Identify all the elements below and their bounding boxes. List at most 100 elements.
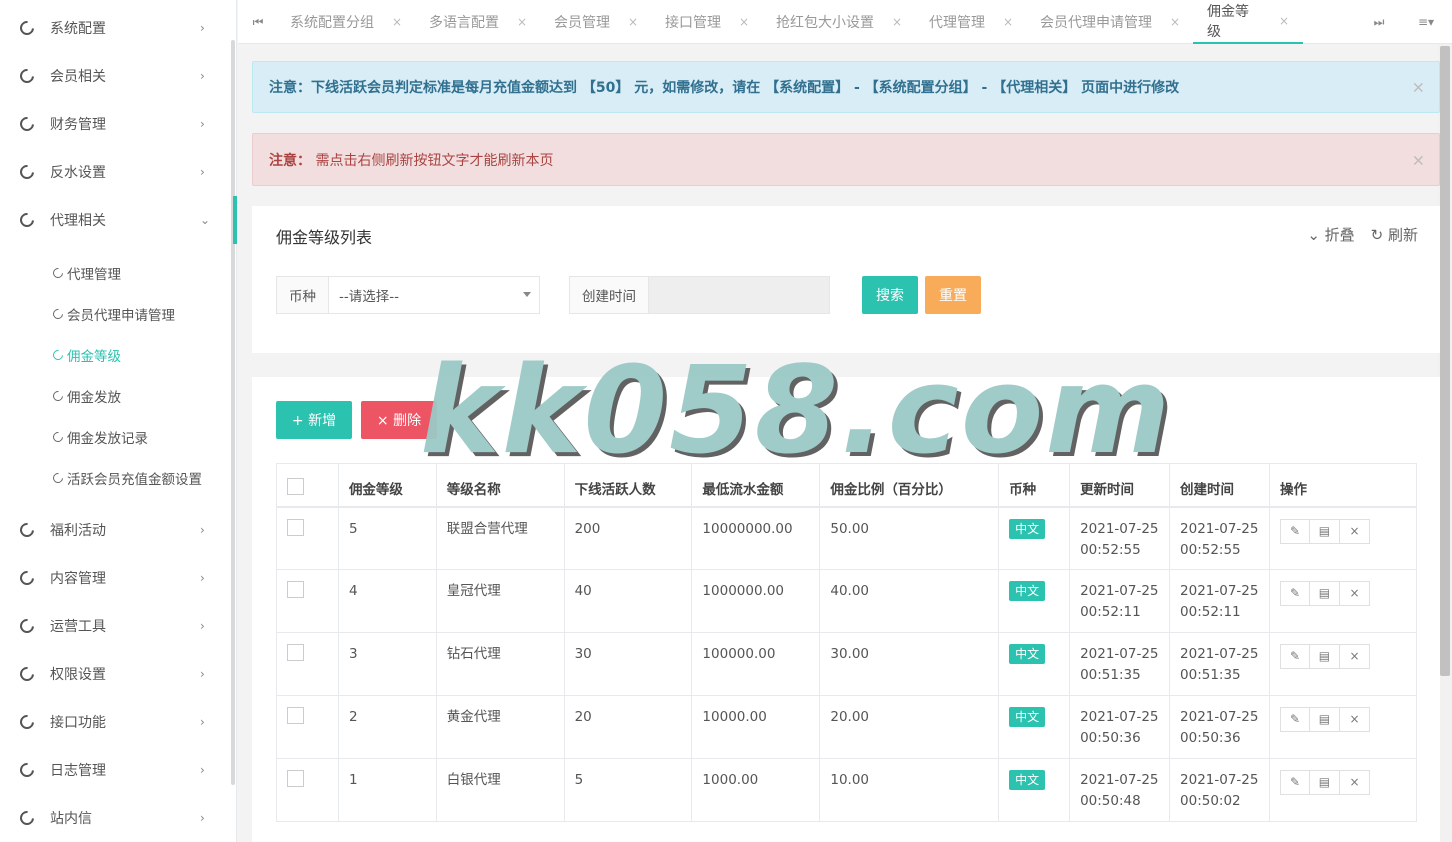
sidebar-item-label: 权限设置 xyxy=(50,667,106,683)
search-button[interactable]: 搜索 xyxy=(862,276,918,314)
close-icon[interactable]: × xyxy=(892,15,902,29)
chevron-down-icon: ⌄ xyxy=(200,213,211,227)
cell-name: 联盟合营代理 xyxy=(435,506,565,570)
refresh-button[interactable]: ↻ 刷新 xyxy=(1371,224,1418,245)
sidebar-item-agent[interactable]: 代理相关 ⌄ xyxy=(0,196,225,244)
delete-icon[interactable]: × xyxy=(1339,707,1370,732)
close-icon[interactable]: × xyxy=(1003,15,1013,29)
tab-menu-button[interactable]: ≡▾ xyxy=(1406,0,1446,44)
alert-prefix: 注意： xyxy=(269,80,311,96)
edit-icon[interactable]: ✎ xyxy=(1279,770,1310,795)
edit-icon[interactable]: ✎ xyxy=(1279,518,1310,544)
collapse-button[interactable]: ⌄ 折叠 xyxy=(1307,224,1354,245)
sidebar-item-label: 反水设置 xyxy=(50,165,106,181)
row-checkbox[interactable] xyxy=(287,707,304,724)
select-all-checkbox[interactable] xyxy=(287,478,304,495)
cell-ratio: 50.00 xyxy=(819,506,1000,570)
delete-icon[interactable]: × xyxy=(1339,581,1370,606)
tab-label: 会员管理 xyxy=(554,15,610,31)
sidebar-item-message[interactable]: 站内信 › xyxy=(0,794,225,842)
row-checkbox[interactable] xyxy=(287,581,304,598)
detail-icon[interactable]: ▤ xyxy=(1309,770,1340,795)
detail-icon[interactable]: ▤ xyxy=(1309,518,1340,544)
updated-time: 00:52:55 xyxy=(1080,541,1141,558)
sidebar-subitem-commission-pay[interactable]: 佣金发放 xyxy=(0,375,225,416)
tab-system-config-group[interactable]: 系统配置分组 × xyxy=(290,0,402,44)
tab-bar: ⏮ 系统配置分组 × 多语言配置 × 会员管理 × 接口管理 × 抢红包大小设置 × 代理… xyxy=(238,0,1452,44)
sidebar-item-content[interactable]: 内容管理 › xyxy=(0,554,225,602)
created-time: 00:50:36 xyxy=(1180,730,1241,746)
close-icon[interactable]: × xyxy=(628,15,638,29)
row-checkbox[interactable] xyxy=(287,770,304,787)
menu-icon: ≡▾ xyxy=(1417,15,1435,29)
tab-agent-manage[interactable]: 代理管理 × xyxy=(929,0,1013,44)
column-header[interactable]: 最低流水金额 xyxy=(691,463,821,508)
column-header[interactable]: 等级名称 xyxy=(435,463,565,508)
created-time-input[interactable] xyxy=(649,277,829,313)
sidebar-subitem-agent-apply[interactable]: 会员代理申请管理 xyxy=(0,293,225,334)
close-icon[interactable]: × xyxy=(1412,150,1425,169)
cell-active-count: 5 xyxy=(563,758,693,822)
chevron-right-icon: › xyxy=(200,21,205,35)
sidebar-item-rebate[interactable]: 反水设置 › xyxy=(0,148,225,196)
tab-language-config[interactable]: 多语言配置 × xyxy=(429,0,527,44)
close-icon[interactable]: × xyxy=(392,15,402,29)
column-header[interactable]: 佣金等级 xyxy=(337,463,437,508)
tab-api-manage[interactable]: 接口管理 × xyxy=(665,0,749,44)
delete-icon[interactable]: × xyxy=(1339,518,1370,544)
currency-badge: 中文 xyxy=(1009,770,1046,790)
sidebar-item-log[interactable]: 日志管理 › xyxy=(0,746,225,794)
tab-last-button[interactable]: ⏭ xyxy=(1359,0,1399,44)
updated-date: 2021-07-25 xyxy=(1080,772,1159,788)
detail-icon[interactable]: ▤ xyxy=(1309,707,1340,732)
sidebar-subitem-agent-manage[interactable]: 代理管理 xyxy=(0,252,225,293)
edit-icon[interactable]: ✎ xyxy=(1279,644,1310,669)
sidebar-item-api[interactable]: 接口功能 › xyxy=(0,698,225,746)
cell-active-count: 200 xyxy=(563,506,693,570)
close-icon[interactable]: × xyxy=(1170,15,1180,29)
delete-icon[interactable]: × xyxy=(1339,770,1370,795)
reset-button[interactable]: 重置 xyxy=(925,276,981,314)
row-checkbox[interactable] xyxy=(287,644,304,661)
cell-ratio: 20.00 xyxy=(819,695,1000,759)
currency-badge: 中文 xyxy=(1009,581,1046,601)
close-icon[interactable]: × xyxy=(517,15,527,29)
page-scrollbar[interactable] xyxy=(1440,46,1450,676)
add-button[interactable]: + 新增 xyxy=(276,401,352,439)
close-icon[interactable]: × xyxy=(739,15,749,29)
sidebar-item-permission[interactable]: 权限设置 › xyxy=(0,650,225,698)
sidebar-item-operation[interactable]: 运营工具 › xyxy=(0,602,225,650)
column-header[interactable]: 更新时间 xyxy=(1069,463,1171,508)
sidebar-item-finance[interactable]: 财务管理 › xyxy=(0,100,225,148)
table-row: 4 皇冠代理 40 1000000.00 40.00 中文 2021-07-25 00:52:… xyxy=(276,569,1418,633)
sidebar-subitem-commission-record[interactable]: 佣金发放记录 xyxy=(0,416,225,457)
currency-select[interactable]: --请选择-- xyxy=(329,277,539,313)
column-header[interactable]: 创建时间 xyxy=(1169,463,1270,508)
tab-redpacket-size[interactable]: 抢红包大小设置 × xyxy=(776,0,902,44)
delete-button[interactable]: × 删除 xyxy=(361,401,437,439)
sidebar-subitem-commission-level[interactable]: 佣金等级 xyxy=(0,334,225,375)
close-icon[interactable]: × xyxy=(1412,78,1425,97)
sidebar-item-member[interactable]: 会员相关 › xyxy=(0,52,225,100)
circle-icon xyxy=(50,429,66,444)
tab-commission-level[interactable]: 佣金等级 × xyxy=(1193,0,1303,44)
delete-icon[interactable]: × xyxy=(1339,644,1370,669)
updated-date: 2021-07-25 xyxy=(1080,520,1159,537)
detail-icon[interactable]: ▤ xyxy=(1309,644,1340,669)
table-row: 5 联盟合营代理 200 10000000.00 50.00 中文 2021-07-25 00… xyxy=(276,506,1418,570)
sidebar-item-system-config[interactable]: 系统配置 › xyxy=(0,4,225,52)
edit-icon[interactable]: ✎ xyxy=(1279,707,1310,732)
detail-icon[interactable]: ▤ xyxy=(1309,581,1340,606)
column-header[interactable]: 下线活跃人数 xyxy=(563,463,693,508)
sidebar-subitem-active-recharge[interactable]: 活跃会员充值金额设置 xyxy=(0,457,225,498)
sidebar-scrollbar[interactable] xyxy=(231,40,235,785)
close-icon[interactable]: × xyxy=(1279,14,1289,28)
column-header[interactable]: 佣金比例（百分比） xyxy=(819,463,1000,508)
row-checkbox[interactable] xyxy=(287,518,304,536)
tab-agent-apply[interactable]: 会员代理申请管理 × xyxy=(1040,0,1180,44)
edit-icon[interactable]: ✎ xyxy=(1279,581,1310,606)
tab-first-button[interactable]: ⏮ xyxy=(238,0,278,44)
sidebar-item-welfare[interactable]: 福利活动 › xyxy=(0,506,225,554)
tab-member-manage[interactable]: 会员管理 × xyxy=(554,0,638,44)
column-header[interactable]: 币种 xyxy=(998,463,1071,508)
